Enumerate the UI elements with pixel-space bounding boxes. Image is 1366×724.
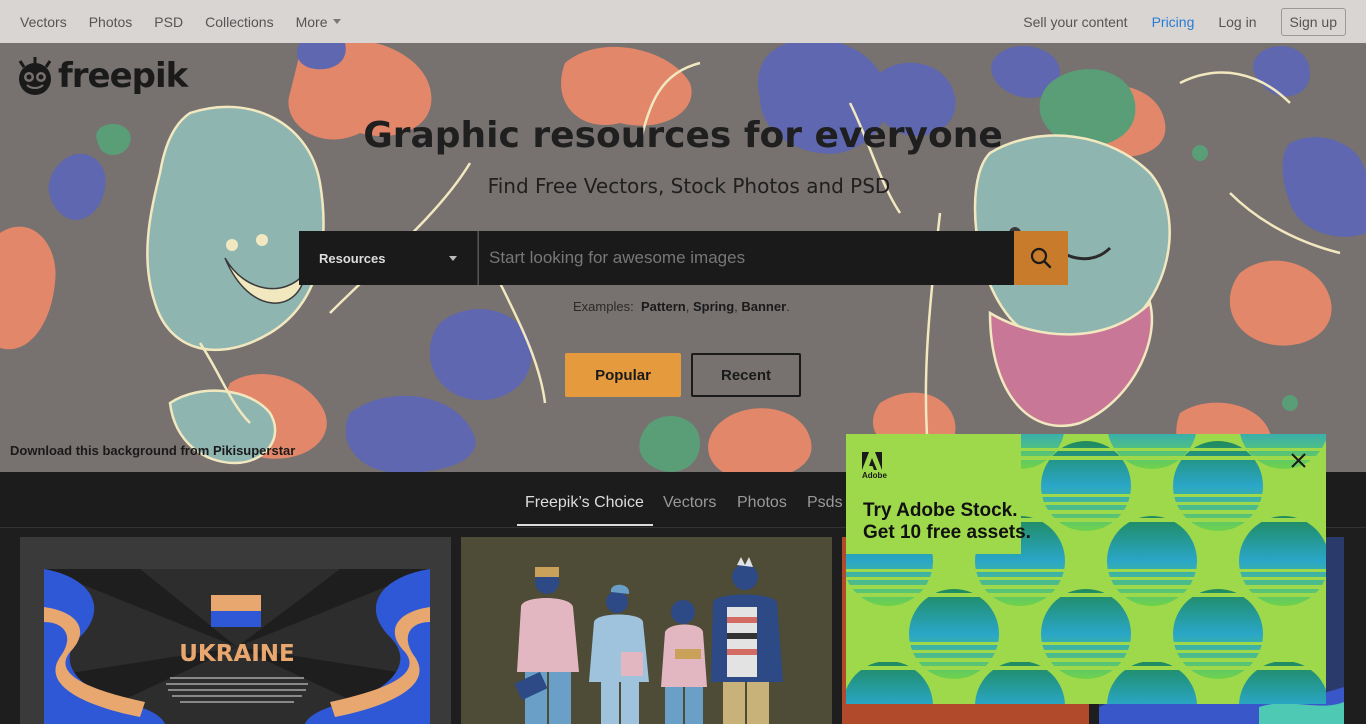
nav-more-menu[interactable]: More <box>296 14 342 30</box>
adobe-logo: Adobe <box>862 452 887 480</box>
primary-nav: Vectors Photos PSD Collections More <box>20 14 342 30</box>
example-link-banner[interactable]: Banner <box>741 299 786 314</box>
resource-type-label: Resources <box>319 250 386 266</box>
tab-freepiks-choice[interactable]: Freepik’s Choice <box>525 494 644 512</box>
nav-vectors[interactable]: Vectors <box>20 14 67 30</box>
ad-line-1: Try Adobe Stock. <box>863 500 1018 521</box>
search-bar: Resources <box>299 231 1068 285</box>
adobe-wordmark: Adobe <box>862 471 887 480</box>
tab-photos[interactable]: Photos <box>737 494 787 512</box>
tab-vectors[interactable]: Vectors <box>663 494 716 512</box>
resource-card-people-illustration[interactable] <box>461 537 832 724</box>
active-tab-indicator <box>517 524 653 526</box>
nav-more-label: More <box>295 13 328 30</box>
signup-button[interactable]: Sign up <box>1280 7 1346 36</box>
example-link-pattern[interactable]: Pattern <box>641 299 686 314</box>
nav-collections[interactable]: Collections <box>205 14 273 30</box>
ad-pattern-background <box>846 434 1326 704</box>
example-link-spring[interactable]: Spring <box>693 299 734 314</box>
close-icon[interactable] <box>1290 452 1307 469</box>
examples-label: Examples: <box>573 299 634 314</box>
search-examples: Examples: Pattern, Spring, Banner. <box>573 299 790 314</box>
popular-button[interactable]: Popular <box>565 353 681 397</box>
chevron-down-icon <box>333 19 342 24</box>
search-input[interactable] <box>478 231 1014 285</box>
pricing-link[interactable]: Pricing <box>1152 14 1195 30</box>
recent-button[interactable]: Recent <box>691 353 801 397</box>
freepik-logo-icon <box>18 57 52 95</box>
resource-type-dropdown[interactable]: Resources <box>299 231 478 285</box>
ad-headline: Try Adobe Stock. Get 10 free assets. <box>863 500 1063 544</box>
sell-content-link[interactable]: Sell your content <box>1023 14 1127 30</box>
nav-psd[interactable]: PSD <box>154 14 183 30</box>
background-credit-link[interactable]: Download this background from Pikisupers… <box>10 443 295 458</box>
chevron-down-icon <box>449 255 457 261</box>
search-icon <box>1030 247 1052 269</box>
adobe-logo-icon <box>862 452 882 470</box>
ukraine-banner-thumbnail: UKRAINE <box>44 569 430 724</box>
freepik-logo[interactable]: freepik <box>14 55 188 97</box>
ad-line-2: Get 10 free assets. <box>863 522 1031 543</box>
adobe-stock-ad[interactable]: Adobe Try Adobe Stock. Get 10 free asset… <box>846 434 1326 704</box>
login-link[interactable]: Log in <box>1218 14 1256 30</box>
account-nav: Sell your content Pricing Log in Sign up <box>1023 7 1346 36</box>
freepik-wordmark: freepik <box>58 56 188 96</box>
ukraine-card-title: UKRAINE <box>179 641 295 667</box>
search-button[interactable] <box>1014 231 1068 285</box>
hero-section: freepik Graphic resources for everyone F… <box>0 43 1366 472</box>
tab-psds[interactable]: Psds <box>807 494 843 512</box>
nav-photos[interactable]: Photos <box>89 14 133 30</box>
people-illustration-thumbnail <box>514 557 783 724</box>
hero-title: Graphic resources for everyone <box>363 115 1003 156</box>
resource-card-ukraine[interactable]: UKRAINE <box>20 537 451 724</box>
hero-subtitle: Find Free Vectors, Stock Photos and PSD <box>487 174 891 198</box>
top-navigation: Vectors Photos PSD Collections More Sell… <box>0 0 1366 43</box>
